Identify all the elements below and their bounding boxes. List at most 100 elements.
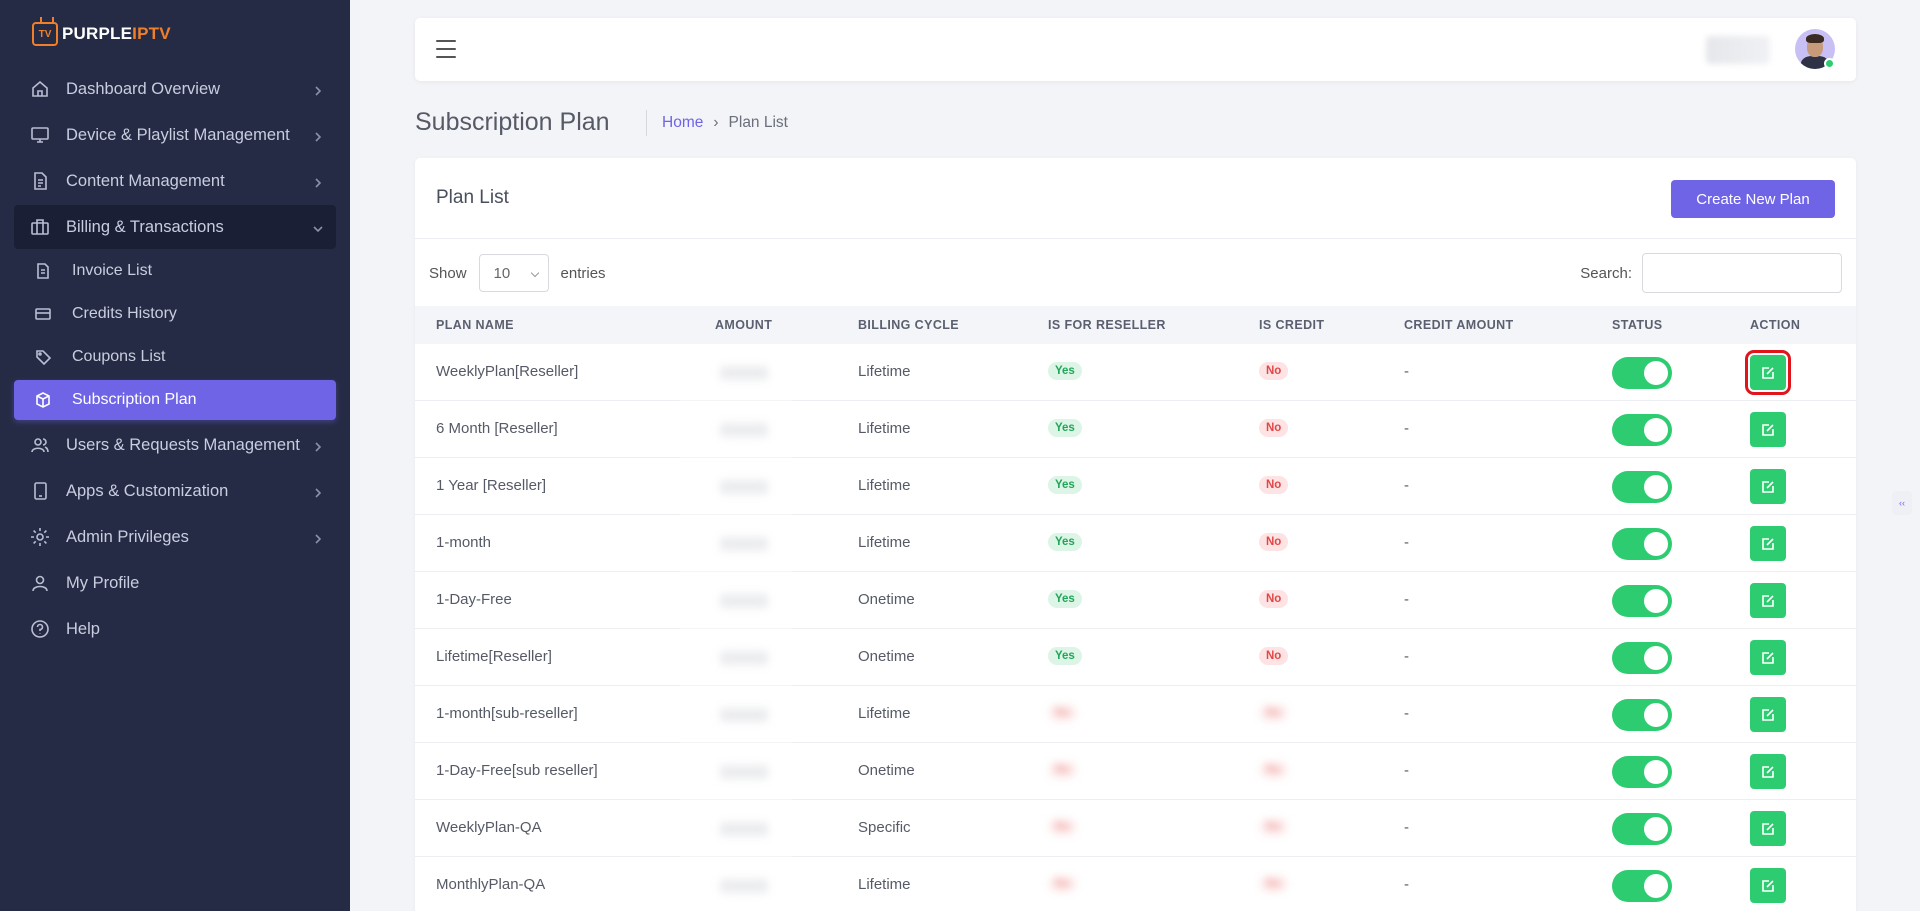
edit-plan-button[interactable] — [1750, 469, 1786, 504]
credit-amount-cell: - — [1404, 534, 1409, 551]
edit-plan-button[interactable] — [1750, 811, 1786, 846]
edit-plan-button[interactable] — [1750, 526, 1786, 561]
edit-icon — [1761, 480, 1775, 494]
reseller-badge: Yes — [1048, 647, 1082, 665]
status-toggle[interactable] — [1612, 756, 1672, 788]
billing-cycle-cell: Lifetime — [858, 534, 911, 551]
invoice-icon — [34, 262, 52, 280]
amount-cell-blurred — [720, 822, 768, 836]
reseller-badge: No — [1048, 875, 1078, 893]
edit-plan-button[interactable] — [1750, 412, 1786, 447]
reseller-badge: Yes — [1048, 533, 1082, 551]
column-header-plan-name[interactable]: PLAN NAME — [436, 318, 514, 332]
credit-badge: No — [1259, 476, 1289, 494]
table-row: 1-Day-Free Onetime Yes No - — [415, 572, 1856, 629]
billing-cycle-cell: Onetime — [858, 648, 915, 665]
credit-amount-cell: - — [1404, 477, 1409, 494]
sidebar-item-label: Coupons List — [72, 348, 166, 365]
plan-name-cell: 1-month — [436, 534, 492, 551]
table-row: MonthlyPlan-QA Lifetime No No - — [415, 857, 1856, 911]
plan-name-cell: 1-Day-Free[sub reseller] — [436, 762, 598, 779]
plan-name-cell: MonthlyPlan-QA — [436, 876, 546, 893]
sidebar-item-my-profile[interactable]: My Profile — [14, 561, 336, 605]
column-header-amount[interactable]: AMOUNT — [715, 318, 772, 332]
table-row: 1 Year [Reseller] Lifetime Yes No - — [415, 458, 1856, 515]
column-header-credit-amount[interactable]: CREDIT AMOUNT — [1404, 318, 1514, 332]
document-icon — [30, 171, 50, 191]
breadcrumb: Home › Plan List — [662, 114, 788, 132]
sidebar-item-users-requests[interactable]: Users & Requests Management — [14, 423, 336, 467]
reseller-badge: Yes — [1048, 362, 1082, 380]
billing-cycle-cell: Lifetime — [858, 477, 911, 494]
credit-amount-cell: - — [1404, 648, 1409, 665]
status-toggle[interactable] — [1612, 585, 1672, 617]
reseller-badge: Yes — [1048, 476, 1082, 494]
sidebar-item-invoice-list[interactable]: Invoice List — [14, 251, 336, 291]
status-toggle[interactable] — [1612, 699, 1672, 731]
status-toggle[interactable] — [1612, 870, 1672, 902]
status-toggle[interactable] — [1612, 471, 1672, 503]
side-panel-tab[interactable]: ‹‹ — [1892, 491, 1912, 515]
credit-amount-cell: - — [1404, 591, 1409, 608]
column-header-is-credit[interactable]: IS CREDIT — [1259, 318, 1324, 332]
chevron-right-icon — [312, 83, 324, 96]
edit-plan-button[interactable] — [1750, 640, 1786, 675]
status-toggle[interactable] — [1612, 642, 1672, 674]
status-toggle[interactable] — [1612, 414, 1672, 446]
plan-name-cell: 1-Day-Free — [436, 591, 512, 608]
status-toggle[interactable] — [1612, 813, 1672, 845]
card-icon — [34, 305, 52, 323]
column-header-status[interactable]: STATUS — [1612, 318, 1663, 332]
sidebar-item-coupons-list[interactable]: Coupons List — [14, 337, 336, 377]
edit-icon — [1761, 423, 1775, 437]
edit-plan-button[interactable] — [1750, 868, 1786, 903]
sidebar-item-content-management[interactable]: Content Management — [14, 159, 336, 203]
plan-name-cell: 1 Year [Reseller] — [436, 477, 547, 494]
reseller-badge: No — [1048, 704, 1078, 722]
entries-select[interactable]: 10 — [478, 254, 549, 292]
status-toggle[interactable] — [1612, 357, 1672, 389]
chevron-right-icon — [312, 129, 324, 142]
edit-plan-button[interactable] — [1750, 583, 1786, 618]
search-input[interactable] — [1642, 253, 1842, 293]
sidebar-item-billing-transactions[interactable]: Billing & Transactions — [14, 205, 336, 249]
chevron-right-icon — [312, 485, 324, 498]
show-label: Show — [429, 264, 467, 282]
brand-name-part1: PURPLE — [62, 24, 133, 43]
credit-badge: No — [1259, 362, 1289, 380]
sidebar-item-label: Users & Requests Management — [66, 435, 300, 454]
edit-plan-button[interactable] — [1750, 754, 1786, 789]
sidebar-item-help[interactable]: Help — [14, 607, 336, 651]
edit-icon — [1761, 366, 1775, 380]
sidebar-item-admin-privileges[interactable]: Admin Privileges — [14, 515, 336, 559]
reseller-badge: Yes — [1048, 419, 1082, 437]
create-new-plan-button[interactable]: Create New Plan — [1671, 180, 1835, 218]
sidebar-item-apps-customization[interactable]: Apps & Customization — [14, 469, 336, 513]
sidebar-item-device-playlist[interactable]: Device & Playlist Management — [14, 113, 336, 157]
column-header-billing-cycle[interactable]: BILLING CYCLE — [858, 318, 959, 332]
brand-name: PURPLEIPTV — [62, 24, 171, 44]
sidebar-item-label: Content Management — [66, 171, 225, 190]
column-header-is-for-reseller[interactable]: IS FOR RESELLER — [1048, 318, 1166, 332]
sidebar-item-label: Device & Playlist Management — [66, 125, 290, 144]
breadcrumb-home-link[interactable]: Home — [662, 114, 703, 132]
sidebar-nav: Dashboard Overview Device & Playlist Man… — [14, 67, 336, 653]
edit-plan-button[interactable] — [1745, 350, 1791, 395]
menu-toggle-icon[interactable] — [436, 40, 456, 58]
billing-cycle-cell: Lifetime — [858, 420, 911, 437]
status-toggle[interactable] — [1612, 528, 1672, 560]
reseller-badge: Yes — [1048, 590, 1082, 608]
table-row: 6 Month [Reseller] Lifetime Yes No - — [415, 401, 1856, 458]
plan-name-cell: Lifetime[Reseller] — [436, 648, 552, 665]
breadcrumb-current: Plan List — [728, 114, 788, 131]
sidebar-item-subscription-plan[interactable]: Subscription Plan — [14, 380, 336, 420]
credit-badge: No — [1259, 818, 1289, 836]
breadcrumb-divider — [646, 110, 647, 136]
edit-plan-button[interactable] — [1750, 697, 1786, 732]
entries-select-value: 10 — [493, 264, 511, 282]
sidebar-item-dashboard-overview[interactable]: Dashboard Overview — [14, 67, 336, 111]
table-header: PLAN NAME AMOUNT BILLING CYCLE IS FOR RE… — [415, 306, 1856, 344]
sidebar-item-credits-history[interactable]: Credits History — [14, 294, 336, 334]
tablet-icon — [30, 481, 50, 501]
brand-logo[interactable]: TV PURPLEIPTV — [32, 22, 171, 46]
